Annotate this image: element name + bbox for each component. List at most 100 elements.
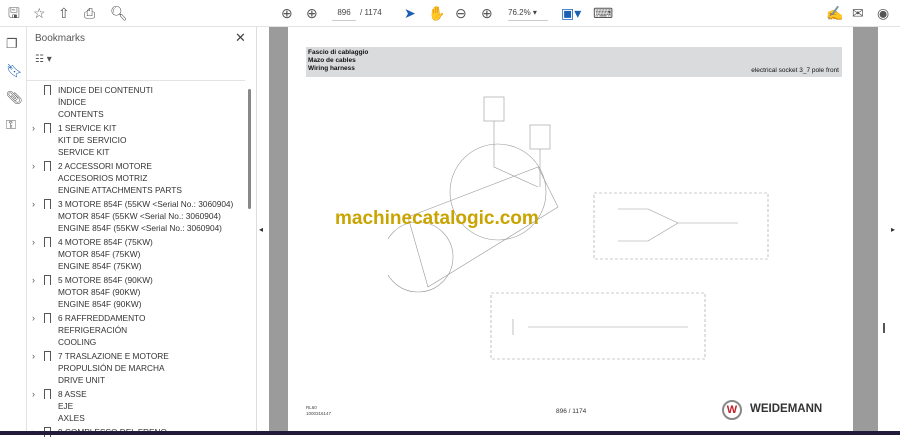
bookmark-label: MOTOR 854F (75KW) — [58, 249, 141, 259]
bookmark-item[interactable]: › 1 SERVICE KIT KIT DE SERVICIO SERVICE KIT — [27, 122, 245, 158]
bookmark-label: MOTOR 854F (90KW) — [58, 287, 141, 297]
header-right: electrical socket 3_7 pole front — [751, 67, 839, 74]
account-icon[interactable]: ◉ — [877, 4, 889, 22]
bookmark-label: 7 TRASLAZIONE E MOTORE — [58, 351, 169, 361]
bookmark-label: PROPULSIÓN DE MARCHA — [58, 363, 165, 373]
bookmark-icon — [44, 85, 51, 95]
panel-title: Bookmarks — [35, 33, 86, 44]
bookmark-label: 3 MOTORE 854F (55KW <Serial No.: 3060904… — [58, 199, 234, 209]
page-fit-icon[interactable]: ▣▾ — [561, 4, 581, 22]
bookmark-label: CONTENTS — [58, 109, 104, 119]
bookmark-item[interactable]: › 2 ACCESSORI MOTORE ACCESORIOS MOTRIZ ENGI… — [27, 160, 245, 196]
collapse-left-icon[interactable]: ◂ — [259, 225, 263, 234]
pages-icon[interactable]: ❐ — [6, 36, 18, 52]
header-line: Mazo de cables — [308, 57, 356, 64]
bookmark-label: REFRIGERACIÓN — [58, 325, 128, 335]
hand-tool-icon[interactable]: ✋ — [428, 4, 445, 22]
chevron-right-icon[interactable]: › — [32, 388, 35, 400]
page-total: / 1174 — [360, 8, 382, 17]
prev-page-icon[interactable]: ⊕ — [281, 4, 293, 22]
toolbar: 🖫 ☆ ⇧ ⎙ 🔍︎ ⊕ ⊕ 896 / 1174 ➤ ✋ ⊖ ⊕ 76.2% … — [0, 0, 900, 27]
tags-icon[interactable]: ⚿ — [6, 117, 16, 133]
save-icon[interactable]: 🖫 — [8, 4, 20, 22]
bookmark-label: SERVICE KIT — [58, 147, 110, 157]
bookmark-options-button[interactable]: ☷ ▾ — [35, 54, 52, 65]
bookmark-icon — [44, 123, 51, 133]
bookmark-icon — [44, 351, 51, 361]
bookmark-label: COOLING — [58, 337, 97, 347]
zoom-in-icon[interactable]: ⊕ — [481, 4, 493, 22]
chevron-right-icon[interactable]: › — [32, 236, 35, 248]
panel-scrollbar[interactable] — [248, 89, 251, 209]
bookmark-label: ENGINE 854F (55KW <Serial No.: 3060904) — [58, 223, 222, 233]
bookmark-label: 1 SERVICE KIT — [58, 123, 117, 133]
search-icon[interactable]: 🔍︎ — [110, 4, 128, 22]
header-line: Fascio di cablaggio — [308, 49, 369, 56]
weidemann-logo-icon: W — [722, 400, 742, 420]
chevron-right-icon[interactable]: › — [32, 350, 35, 362]
watermark: machinecatalogic.com — [335, 208, 539, 229]
bookmark-label: 2 ACCESSORI MOTORE — [58, 161, 152, 171]
bookmark-label: AXLES — [58, 413, 85, 423]
chevron-right-icon[interactable]: › — [32, 274, 35, 286]
bookmark-icon — [44, 313, 51, 323]
next-page-icon[interactable]: ⊕ — [306, 4, 318, 22]
mail-icon[interactable]: ✉ — [852, 4, 864, 22]
footer-left: RL60 1000316147 — [306, 405, 331, 417]
bookmark-label: ÍNDICE — [58, 97, 87, 107]
chevron-right-icon[interactable]: › — [32, 160, 35, 172]
bookmarks-panel: Bookmarks ✕ ☷ ▾ INDICE DEI CONTENUTI ÍNDI… — [27, 27, 257, 437]
pdf-page: Fascio di cablaggio Mazo de cables Wirin… — [288, 27, 853, 431]
print-icon[interactable]: ⎙ — [84, 4, 95, 22]
zoom-out-icon[interactable]: ⊖ — [455, 4, 467, 22]
bookmark-label: MOTOR 854F (55KW <Serial No.: 3060904) — [58, 211, 221, 221]
bookmark-item[interactable]: INDICE DEI CONTENUTI ÍNDICE CONTENTS — [27, 84, 245, 120]
bookmark-label: 6 RAFFREDDAMENTO — [58, 313, 146, 323]
chevron-right-icon[interactable]: › — [32, 198, 35, 210]
viewer-scrollbar[interactable] — [883, 323, 885, 333]
zoom-value: 76.2% — [508, 8, 531, 17]
bookmark-label: INDICE DEI CONTENUTI — [58, 85, 153, 95]
collapse-right-icon[interactable]: ▸ — [891, 225, 895, 234]
page-header: Fascio di cablaggio Mazo de cables Wirin… — [306, 47, 842, 77]
chevron-right-icon[interactable]: › — [32, 312, 35, 324]
bookmark-item[interactable]: › 4 MOTORE 854F (75KW) MOTOR 854F (75KW) EN… — [27, 236, 245, 272]
bookmarks-icon[interactable]: 🔖︎ — [6, 63, 23, 79]
bookmark-label: DRIVE UNIT — [58, 375, 106, 385]
bookmark-label: KIT DE SERVICIO — [58, 135, 127, 145]
page-number-input[interactable]: 896 — [332, 5, 356, 21]
bookmark-label: ENGINE ATTACHMENTS PARTS — [58, 185, 182, 195]
bookmark-icon — [44, 199, 51, 209]
bookmark-label: ACCESORIOS MOTRIZ — [58, 173, 148, 183]
bookmark-label: 5 MOTORE 854F (90KW) — [58, 275, 153, 285]
bookmark-star-icon[interactable]: ☆ — [33, 4, 46, 22]
close-icon[interactable]: ✕ — [235, 30, 246, 46]
bookmark-item[interactable]: › 5 MOTORE 854F (90KW) MOTOR 854F (90KW) EN… — [27, 274, 245, 310]
bookmark-label: 8 ASSE — [58, 389, 87, 399]
bookmark-label: ENGINE 854F (75KW) — [58, 261, 142, 271]
brand-name: WEIDEMANN — [750, 403, 823, 415]
footer-code: 1000316147 — [306, 411, 332, 416]
read-mode-icon[interactable]: ⌨ — [593, 4, 613, 22]
bookmark-label: EJE — [58, 401, 74, 411]
bookmark-icon — [44, 237, 51, 247]
taskbar-strip — [0, 431, 900, 435]
bookmark-item[interactable]: › 8 ASSE EJE AXLES — [27, 388, 245, 424]
bookmark-icon — [44, 389, 51, 399]
bookmark-label: ENGINE 854F (90KW) — [58, 299, 142, 309]
bookmark-item[interactable]: › 7 TRASLAZIONE E MOTORE PROPULSIÓN DE MAR… — [27, 350, 245, 386]
zoom-select[interactable]: 76.2% ▾ — [508, 5, 548, 21]
bookmark-list: INDICE DEI CONTENUTI ÍNDICE CONTENTS › 1 SER… — [27, 80, 245, 440]
chevron-right-icon[interactable]: › — [32, 122, 35, 134]
attachment-icon[interactable]: 📎︎ — [6, 90, 23, 106]
bookmark-icon — [44, 161, 51, 171]
upload-icon[interactable]: ⇧ — [58, 4, 70, 22]
footer-page-number: 896 / 1174 — [556, 408, 587, 415]
bookmark-item[interactable]: › 6 RAFFREDDAMENTO REFRIGERACIÓN COOLING — [27, 312, 245, 348]
side-rail: ❐ 🔖︎ 📎︎ ⚿ — [0, 27, 27, 435]
bookmark-item[interactable]: › 3 MOTORE 854F (55KW <Serial No.: 306090… — [27, 198, 245, 234]
sign-icon[interactable]: ✍ — [826, 4, 843, 22]
bookmark-icon — [44, 275, 51, 285]
select-cursor-icon[interactable]: ➤ — [404, 4, 416, 22]
bookmark-label: 4 MOTORE 854F (75KW) — [58, 237, 153, 247]
